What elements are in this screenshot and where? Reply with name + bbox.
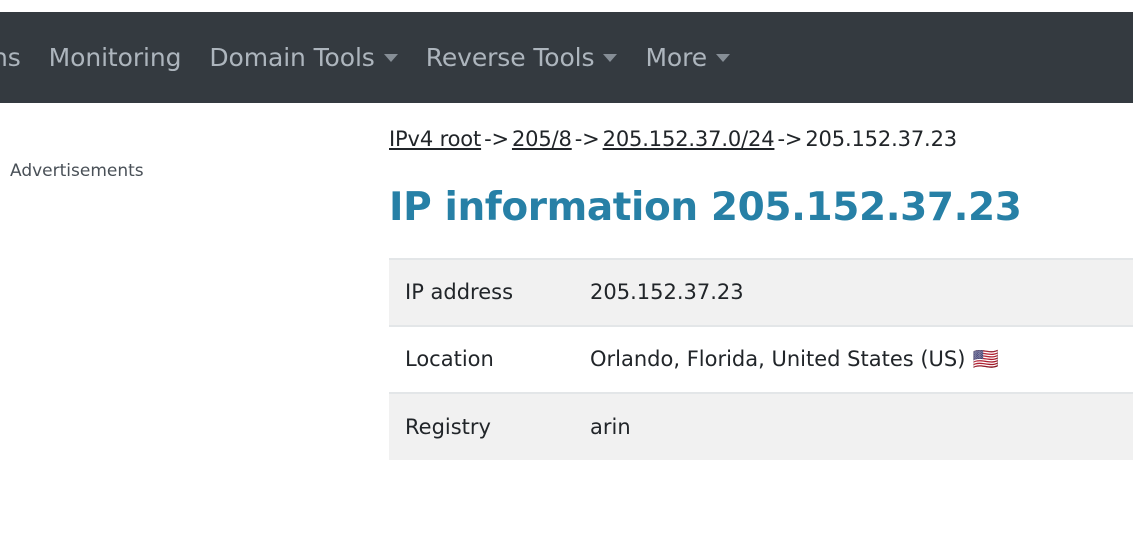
row-value-text: 205.152.37.23 bbox=[590, 280, 744, 305]
breadcrumb-link-205-8[interactable]: 205/8 bbox=[512, 127, 572, 151]
breadcrumb-separator: -> bbox=[777, 127, 803, 151]
row-value: 205.152.37.23 bbox=[590, 257, 1133, 326]
main-navigation-bar: ns Monitoring Domain Tools Reverse Tools… bbox=[0, 12, 1133, 103]
us-flag-icon: 🇺🇸 bbox=[972, 346, 999, 371]
row-value: arin bbox=[590, 391, 1133, 460]
nav-item-reverse-tools[interactable]: Reverse Tools bbox=[412, 45, 632, 70]
row-value: Orlando, Florida, United States (US) 🇺🇸 bbox=[590, 324, 1133, 393]
page-title: IP information 205.152.37.23 bbox=[389, 185, 1022, 230]
table-row: Registry arin bbox=[389, 391, 1133, 460]
chevron-down-icon bbox=[603, 53, 618, 62]
breadcrumb-link-205-152-37-0-24[interactable]: 205.152.37.0/24 bbox=[603, 127, 775, 151]
nav-item-label: ns bbox=[0, 43, 21, 72]
breadcrumb-separator: -> bbox=[484, 127, 509, 151]
nav-item-more[interactable]: More bbox=[631, 45, 744, 70]
row-label: Registry bbox=[389, 391, 590, 460]
nav-item-label: Monitoring bbox=[48, 43, 182, 72]
row-label: Location bbox=[389, 324, 590, 393]
chevron-down-icon bbox=[383, 53, 398, 62]
table-row: Location Orlando, Florida, United States… bbox=[389, 324, 1133, 393]
breadcrumb: IPv4 root -> 205/8 -> 205.152.37.0/24 -> 205.1… bbox=[389, 103, 1133, 151]
breadcrumb-link-ipv4-root[interactable]: IPv4 root bbox=[389, 127, 481, 151]
nav-item-monitoring[interactable]: Monitoring bbox=[35, 45, 196, 70]
breadcrumb-separator: -> bbox=[574, 127, 600, 151]
main-content: IPv4 root -> 205/8 -> 205.152.37.0/24 -> 205.1… bbox=[389, 103, 1133, 460]
page-body: Advertisements IPv4 root -> 205/8 -> 205.152… bbox=[0, 103, 1133, 553]
top-white-strip bbox=[0, 0, 1133, 12]
nav-item-label: More bbox=[645, 43, 708, 72]
nav-item-truncated[interactable]: ns bbox=[0, 45, 35, 70]
row-label: IP address bbox=[389, 257, 590, 326]
row-value-text: Orlando, Florida, United States (US) bbox=[590, 346, 966, 371]
nav-item-label: Domain Tools bbox=[209, 43, 375, 72]
nav-item-domain-tools[interactable]: Domain Tools bbox=[195, 45, 411, 70]
advertisements-label: Advertisements bbox=[10, 161, 144, 181]
table-row: IP address 205.152.37.23 bbox=[389, 257, 1133, 326]
chevron-down-icon bbox=[716, 53, 731, 62]
nav-item-label: Reverse Tools bbox=[425, 43, 595, 72]
row-value-text: arin bbox=[590, 414, 631, 439]
breadcrumb-current: 205.152.37.23 bbox=[805, 127, 957, 151]
ip-information-table: IP address 205.152.37.23 Location Orland… bbox=[389, 257, 1133, 460]
